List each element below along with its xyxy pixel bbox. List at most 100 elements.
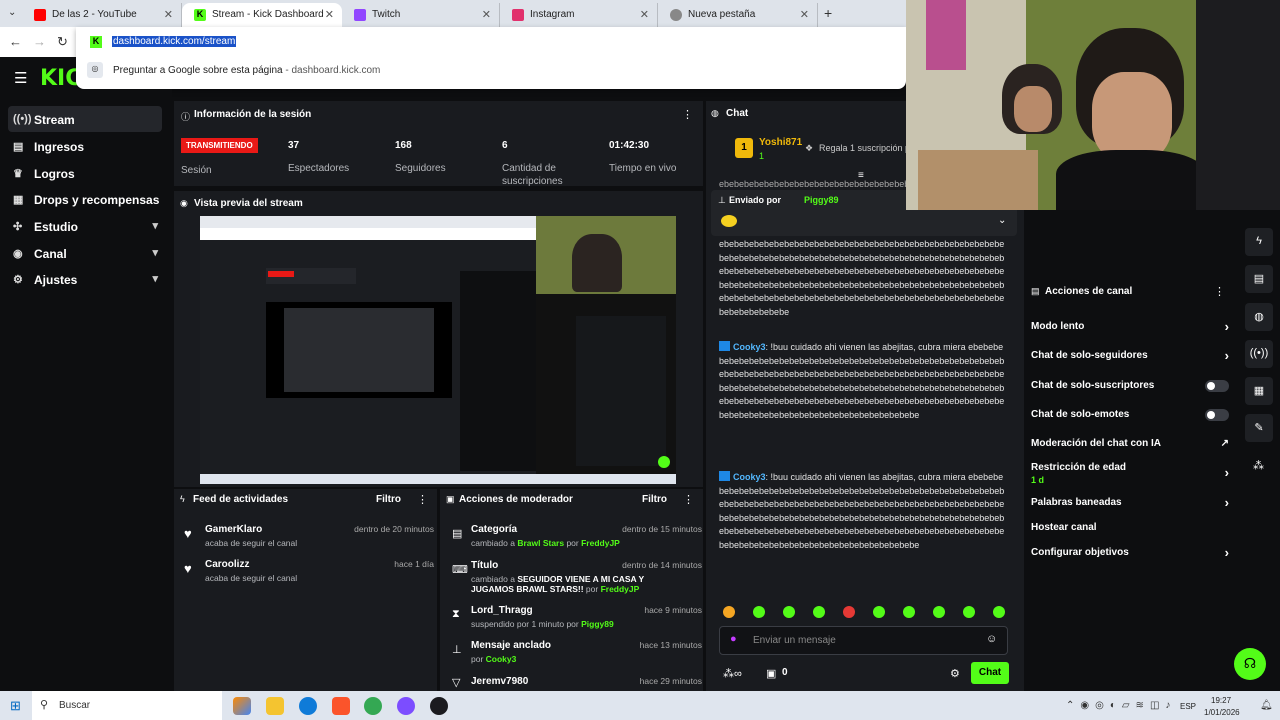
- points-icon[interactable]: ⁂: [1253, 459, 1264, 472]
- reload-icon[interactable]: ↻: [57, 34, 68, 50]
- notifications-icon[interactable]: 🔔︎: [1260, 700, 1273, 711]
- pin-icon: ⊥: [718, 195, 726, 205]
- language-indicator[interactable]: ESP: [1180, 702, 1196, 711]
- chat-message: Cooky3: !buu cuidado ahi vienen las abej…: [719, 341, 1005, 420]
- filter-button[interactable]: Filtro: [642, 494, 667, 505]
- more-options-icon[interactable]: ⋮: [1214, 285, 1225, 298]
- more-options-icon[interactable]: ⋮: [682, 108, 693, 121]
- emoji-icon[interactable]: ☺: [986, 633, 997, 645]
- emote-icon[interactable]: [963, 606, 975, 618]
- top-gifter-name[interactable]: Yoshi871: [759, 137, 802, 148]
- new-tab-icon[interactable]: +: [824, 5, 832, 21]
- clock-time[interactable]: 19:27: [1211, 696, 1231, 705]
- stat-live-time: 01:42:30 Tiempo en vivo: [609, 140, 677, 174]
- send-chat-button[interactable]: Chat: [971, 662, 1009, 684]
- setting-slow-mode[interactable]: Modo lento ›: [1031, 319, 1229, 334]
- edge-icon[interactable]: [299, 697, 317, 715]
- chat-input[interactable]: ● Enviar un mensaje ☺: [719, 626, 1008, 655]
- sidebar-item-drops[interactable]: ▦ Drops y recompensas: [8, 186, 162, 212]
- chat-rail-button[interactable]: ◍: [1245, 303, 1273, 331]
- setting-goals[interactable]: Configurar objetivos ›: [1031, 545, 1229, 560]
- emote-icon[interactable]: [843, 606, 855, 618]
- windows-start-icon[interactable]: ⊞: [10, 698, 21, 714]
- help-button[interactable]: ☊: [1234, 648, 1266, 680]
- external-link-icon: ↗: [1220, 438, 1229, 449]
- close-tab-icon[interactable]: ✕: [164, 8, 173, 21]
- broadcast-rail-button[interactable]: ((•)): [1245, 340, 1273, 368]
- info-icon: ⓘ: [181, 112, 191, 122]
- emote-icon[interactable]: [783, 606, 795, 618]
- tab-list-chevron-icon[interactable]: ⌄: [8, 7, 16, 18]
- emote-icon[interactable]: [813, 606, 825, 618]
- microphone-icon[interactable]: ●: [730, 633, 737, 645]
- emote-icon[interactable]: [873, 606, 885, 618]
- channel-icon: ◉: [13, 248, 23, 260]
- notes-rail-button[interactable]: ▤: [1245, 265, 1273, 293]
- feed-item: ♥ Caroolizz acaba de seguir el canal hace…: [184, 559, 434, 583]
- points-icon[interactable]: ⁂∞: [723, 667, 742, 680]
- close-tab-icon[interactable]: ✕: [800, 8, 809, 21]
- setting-emotes-only[interactable]: Chat de solo-emotes: [1031, 409, 1229, 421]
- copilot-icon[interactable]: [233, 697, 251, 715]
- sidebar-item-canal[interactable]: ◉ Canal ▾: [8, 240, 162, 266]
- wrench-rail-button[interactable]: ✎: [1245, 414, 1273, 442]
- stat-viewers: 37 Espectadores: [288, 140, 350, 174]
- forward-icon[interactable]: →: [33, 34, 46, 49]
- sidebar-item-ajustes[interactable]: ⚙ Ajustes ▾: [8, 266, 162, 292]
- title-edit-icon: ⌨: [452, 564, 468, 576]
- back-icon[interactable]: ←: [9, 34, 22, 49]
- stream-preview-video[interactable]: [200, 216, 676, 484]
- bolt-rail-button[interactable]: ϟ: [1245, 228, 1273, 256]
- tab-instagram[interactable]: Instagram ✕: [500, 3, 658, 27]
- gift-sub-text[interactable]: Regala 1 suscripción p: [819, 143, 910, 153]
- emote-icon[interactable]: [993, 606, 1005, 618]
- close-tab-icon[interactable]: ✕: [325, 8, 334, 21]
- layout-rail-button[interactable]: ▦: [1245, 377, 1273, 405]
- heart-icon: ♥: [184, 561, 192, 576]
- sidebar-item-ingresos[interactable]: ▤ Ingresos: [8, 133, 162, 159]
- close-tab-icon[interactable]: ✕: [640, 8, 649, 21]
- setting-ai-moderation[interactable]: Moderación del chat con IA ↗: [1031, 438, 1229, 449]
- chevron-down-icon: ▾: [152, 220, 158, 232]
- chevron-down-icon[interactable]: ⌄: [998, 215, 1006, 226]
- setting-subscribers-only[interactable]: Chat de solo-suscriptores: [1031, 380, 1229, 392]
- chat-title: Chat: [726, 108, 749, 119]
- instagram-icon: [512, 9, 524, 21]
- brave-icon[interactable]: [332, 697, 350, 715]
- tab-new[interactable]: Nueva pestaña ✕: [658, 3, 818, 27]
- setting-followers-only[interactable]: Chat de solo-seguidores ›: [1031, 348, 1229, 363]
- clock-date[interactable]: 1/01/2026: [1204, 708, 1240, 717]
- more-options-icon[interactable]: ⋮: [417, 493, 428, 506]
- tab-twitch[interactable]: Twitch ✕: [342, 3, 500, 27]
- emote-icon[interactable]: [903, 606, 915, 618]
- emote-icon[interactable]: [933, 606, 945, 618]
- discord-icon[interactable]: [397, 697, 415, 715]
- address-input[interactable]: dashboard.kick.com/stream: [112, 36, 237, 47]
- emotes-only-toggle[interactable]: [1205, 409, 1229, 421]
- menu-icon[interactable]: ☰: [14, 69, 27, 87]
- ask-google-suggestion[interactable]: Preguntar a Google sobre esta página - d…: [113, 65, 380, 76]
- setting-host-channel[interactable]: Hostear canal: [1031, 522, 1229, 533]
- filter-button[interactable]: Filtro: [376, 494, 401, 505]
- tab-youtube[interactable]: De las 2 - YouTube ✕: [22, 3, 182, 27]
- sidebar-item-estudio[interactable]: ✣ Estudio ▾: [8, 213, 162, 239]
- emote-icon[interactable]: [753, 606, 765, 618]
- channel-actions-header: ▤ Acciones de canal ⋮: [1026, 280, 1232, 304]
- subscribers-only-toggle[interactable]: [1205, 380, 1229, 392]
- tab-kick-dashboard[interactable]: K Stream - Kick Dashboard ✕: [182, 3, 342, 27]
- more-options-icon[interactable]: ⋮: [683, 493, 694, 506]
- emote-icon[interactable]: [723, 606, 735, 618]
- file-explorer-icon[interactable]: [266, 697, 284, 715]
- sidebar-item-stream[interactable]: ((•)) Stream: [8, 106, 162, 132]
- close-tab-icon[interactable]: ✕: [482, 8, 491, 21]
- tray-icons[interactable]: ⌃◉◎◐▱≋◫♪: [1066, 700, 1176, 711]
- feed-item: ♥ GamerKlaro acaba de seguir el canal den…: [184, 524, 434, 548]
- taskbar-search[interactable]: ⚲ Buscar: [32, 691, 222, 720]
- sidebar-item-logros[interactable]: ♛ Logros: [8, 160, 162, 186]
- setting-age-restriction[interactable]: Restricción de edad 1 d ›: [1031, 462, 1229, 485]
- category-icon: ▤: [452, 528, 463, 540]
- setting-banned-words[interactable]: Palabras baneadas ›: [1031, 495, 1229, 510]
- obs-icon[interactable]: [430, 697, 448, 715]
- chat-settings-icon[interactable]: ⚙: [950, 667, 960, 680]
- chrome-icon[interactable]: [364, 697, 382, 715]
